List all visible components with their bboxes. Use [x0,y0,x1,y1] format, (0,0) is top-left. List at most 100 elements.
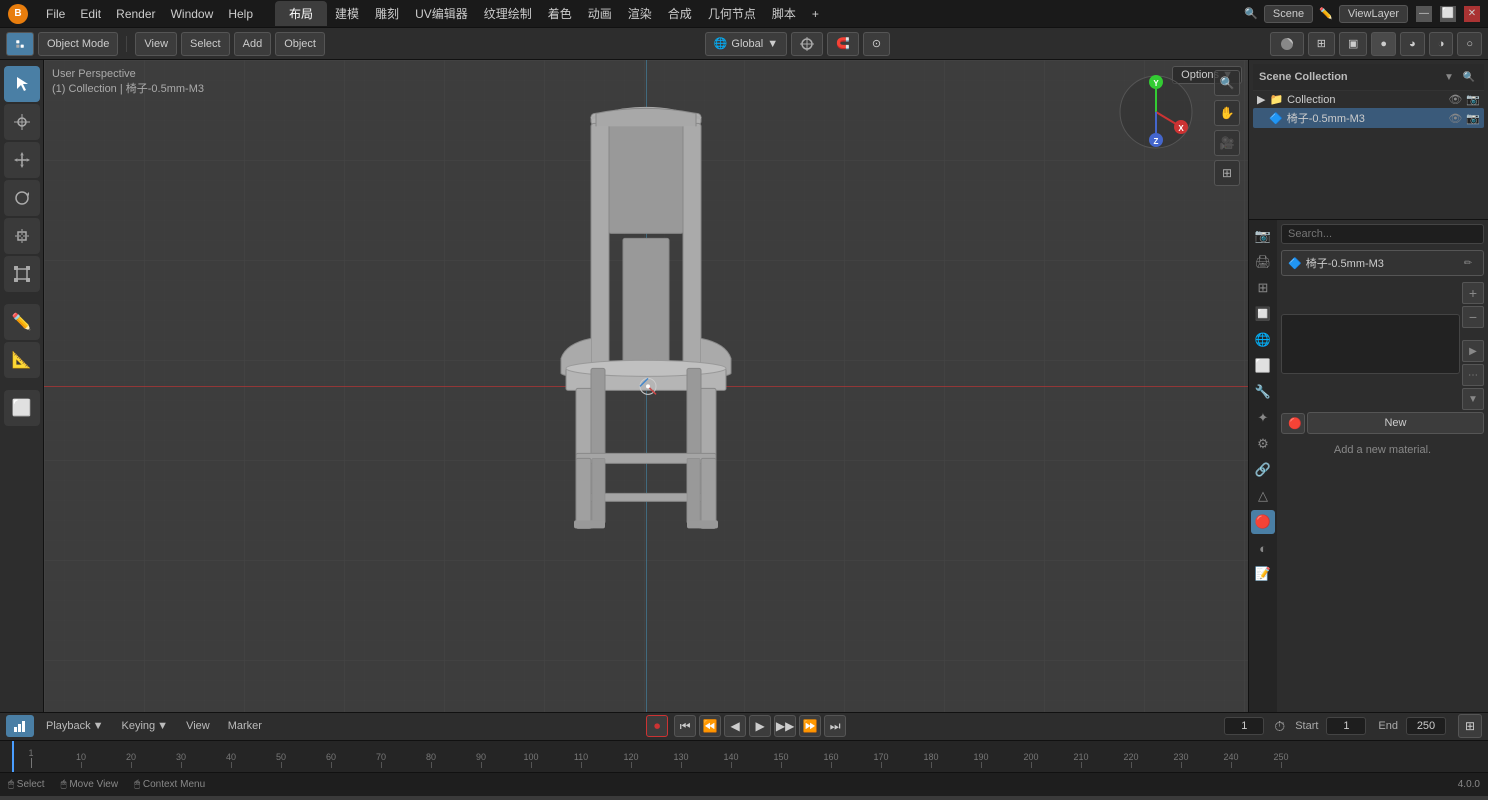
proportional-edit[interactable]: ⊙ [863,32,890,56]
start-frame-input[interactable]: 1 [1326,717,1366,735]
render-icon[interactable]: 📷 [1466,93,1480,106]
shading-material[interactable]: ◕ [1400,32,1425,56]
add-menu[interactable]: Add [234,32,272,56]
outliner-object-item[interactable]: 🔷 椅子-0.5mm-M3 👁 📷 [1253,108,1484,128]
viewport-icon[interactable] [6,32,34,56]
workspace-tab-layout[interactable]: 布局 [275,1,327,26]
material-remove-slot[interactable]: − [1462,306,1484,328]
view-layer-props-icon[interactable]: ⊞ [1251,276,1275,300]
outliner-scene-collection[interactable]: ▶ 📁 Collection 👁 📷 [1253,91,1484,108]
pan-button[interactable]: ✋ [1214,100,1240,126]
workspace-tab-texture[interactable]: 纹理绘制 [476,2,540,25]
workspace-tab-uv[interactable]: UV编辑器 [407,2,476,25]
transform-space[interactable]: 🌐 Global ▼ [705,32,787,56]
timeline-ruler[interactable]: 1 10 20 30 40 50 60 70 80 90 100 110 120… [0,741,1488,772]
workspace-tab-rendering[interactable]: 渲染 [620,2,660,25]
rotate-tool[interactable] [4,180,40,216]
maximize-button[interactable]: ⬜ [1440,6,1456,22]
properties-search-input[interactable] [1281,224,1484,244]
view-menu-timeline[interactable]: View [180,718,216,734]
workspace-tab-sculpting[interactable]: 雕刻 [367,2,407,25]
workspace-tab-geometry[interactable]: 几何节点 [700,2,764,25]
constraints-props-icon[interactable]: 🔗 [1251,458,1275,482]
view-menu[interactable]: View [135,32,177,56]
material-slot-up[interactable]: ▶ [1462,340,1484,362]
custom-props-icon[interactable]: 📝 [1251,562,1275,586]
select-menu[interactable]: Select [181,32,230,56]
shading-solid[interactable]: ● [1371,32,1396,56]
scale-tool[interactable] [4,218,40,254]
menu-render[interactable]: Render [110,5,161,23]
outliner-search[interactable]: 🔍 [1460,68,1478,86]
timeline-extras-button[interactable]: ⊞ [1458,714,1482,738]
timeline-icon[interactable] [6,715,34,737]
shading-wire[interactable]: ○ [1457,32,1482,56]
particles-props-icon[interactable]: ✦ [1251,406,1275,430]
outliner-filter[interactable]: ▼ [1440,68,1458,86]
next-keyframe-button[interactable]: ⏩ [799,715,821,737]
shader-props-icon[interactable]: ◐ [1251,536,1275,560]
jump-start-button[interactable]: ⏮ [674,715,696,737]
play-button[interactable]: ▶ [749,715,771,737]
material-options[interactable]: ⋯ [1462,364,1484,386]
marker-menu[interactable]: Marker [222,718,268,734]
cursor-tool[interactable] [4,104,40,140]
camera-button[interactable]: 🎥 [1214,130,1240,156]
output-props-icon[interactable]: 🖨 [1251,250,1275,274]
jump-end-button[interactable]: ⏭ [824,715,846,737]
render-props-icon[interactable]: 📷 [1251,224,1275,248]
record-button[interactable]: ⏺ [646,715,668,737]
modifier-props-icon[interactable]: 🔧 [1251,380,1275,404]
material-slot-down[interactable]: ▼ [1462,388,1484,410]
menu-edit[interactable]: Edit [74,5,107,23]
transform-tools[interactable] [791,32,823,56]
timeline-playhead[interactable] [12,741,14,772]
add-cube-tool[interactable]: ⬜ [4,390,40,426]
object-menu[interactable]: Object [275,32,325,56]
current-frame-display[interactable]: 1 [1224,717,1264,735]
edit-name-button[interactable]: ✏ [1459,254,1477,272]
measure-tool[interactable]: 📐 [4,342,40,378]
workspace-add-tab[interactable]: + [804,4,827,24]
overlay-toggle[interactable]: ⊞ [1308,32,1335,56]
snap-toggle[interactable]: 🧲 [827,32,859,56]
workspace-tab-modeling[interactable]: 建模 [327,2,367,25]
transform-tool[interactable] [4,256,40,292]
xray-toggle[interactable]: ▣ [1339,32,1367,56]
scene-props-icon[interactable]: 🔲 [1251,302,1275,326]
keying-menu[interactable]: Keying ▼ [116,718,175,734]
visibility-icon[interactable]: 👁 [1448,93,1462,106]
material-props-icon[interactable]: 🔴 [1251,510,1275,534]
navigation-gizmo[interactable]: Y X Z [1116,72,1196,152]
material-add-slot[interactable]: + [1462,282,1484,304]
object-render-icon[interactable]: 📷 [1466,112,1480,125]
workspace-tab-compositing[interactable]: 合成 [660,2,700,25]
zoom-in-button[interactable]: 🔍 [1214,70,1240,96]
object-visibility-icon[interactable]: 👁 [1448,112,1462,125]
grid-button[interactable]: ⊞ [1214,160,1240,186]
viewport-shading[interactable] [1270,32,1304,56]
menu-help[interactable]: Help [222,5,259,23]
world-props-icon[interactable]: 🌐 [1251,328,1275,352]
new-material-button[interactable]: New [1307,412,1484,434]
workspace-tab-animation[interactable]: 动画 [580,2,620,25]
menu-file[interactable]: File [40,5,71,23]
workspace-tab-scripting[interactable]: 脚本 [764,2,804,25]
scene-selector[interactable]: Scene [1264,5,1313,23]
object-data-props-icon[interactable]: △ [1251,484,1275,508]
step-forward-button[interactable]: ▶▶ [774,715,796,737]
end-frame-input[interactable]: 250 [1406,717,1446,735]
view-layer-selector[interactable]: ViewLayer [1339,5,1408,23]
object-props-icon[interactable]: ⬜ [1251,354,1275,378]
select-tool[interactable] [4,66,40,102]
physics-props-icon[interactable]: ⚙ [1251,432,1275,456]
step-back-button[interactable]: ◀ [724,715,746,737]
menu-window[interactable]: Window [165,5,220,23]
minimize-button[interactable]: — [1416,6,1432,22]
3d-viewport[interactable]: User Perspective (1) Collection | 椅子-0.5… [44,60,1248,712]
mode-selector[interactable]: Object Mode [38,32,118,56]
move-tool[interactable] [4,142,40,178]
shading-render[interactable]: ◑ [1429,32,1454,56]
workspace-tab-shading[interactable]: 着色 [540,2,580,25]
material-color-indicator[interactable]: 🔴 [1281,413,1305,434]
